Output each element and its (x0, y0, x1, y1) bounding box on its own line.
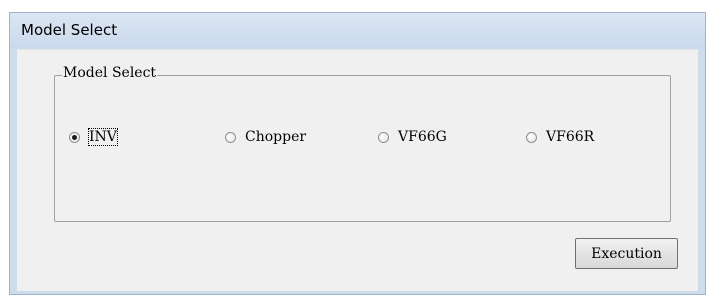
radio-vf66g[interactable]: VF66G (378, 127, 447, 147)
radio-chopper-label[interactable]: Chopper (245, 129, 306, 145)
radio-vf66r-indicator[interactable] (526, 131, 537, 143)
execution-button[interactable]: Execution (575, 238, 678, 269)
radio-vf66r[interactable]: VF66R (526, 127, 594, 147)
window-title: Model Select (21, 21, 118, 39)
groupbox-label: Model Select (62, 65, 158, 81)
radio-inv-indicator[interactable] (69, 131, 80, 143)
radio-inv[interactable]: INV (69, 127, 118, 147)
radio-chopper-indicator[interactable] (225, 131, 236, 143)
radio-inv-label[interactable]: INV (88, 128, 118, 146)
model-select-window: Model Select Model Select INV Chopper VF… (9, 12, 706, 295)
radio-vf66g-indicator[interactable] (378, 131, 389, 143)
title-bar[interactable]: Model Select (10, 13, 705, 49)
radio-chopper[interactable]: Chopper (225, 127, 306, 147)
radio-vf66g-label[interactable]: VF66G (398, 129, 447, 145)
model-select-groupbox: Model Select INV Chopper VF66G VF66R (54, 65, 671, 222)
dialog-client-area: Model Select INV Chopper VF66G VF66R Exe… (17, 49, 698, 291)
radio-vf66r-label[interactable]: VF66R (546, 129, 594, 145)
